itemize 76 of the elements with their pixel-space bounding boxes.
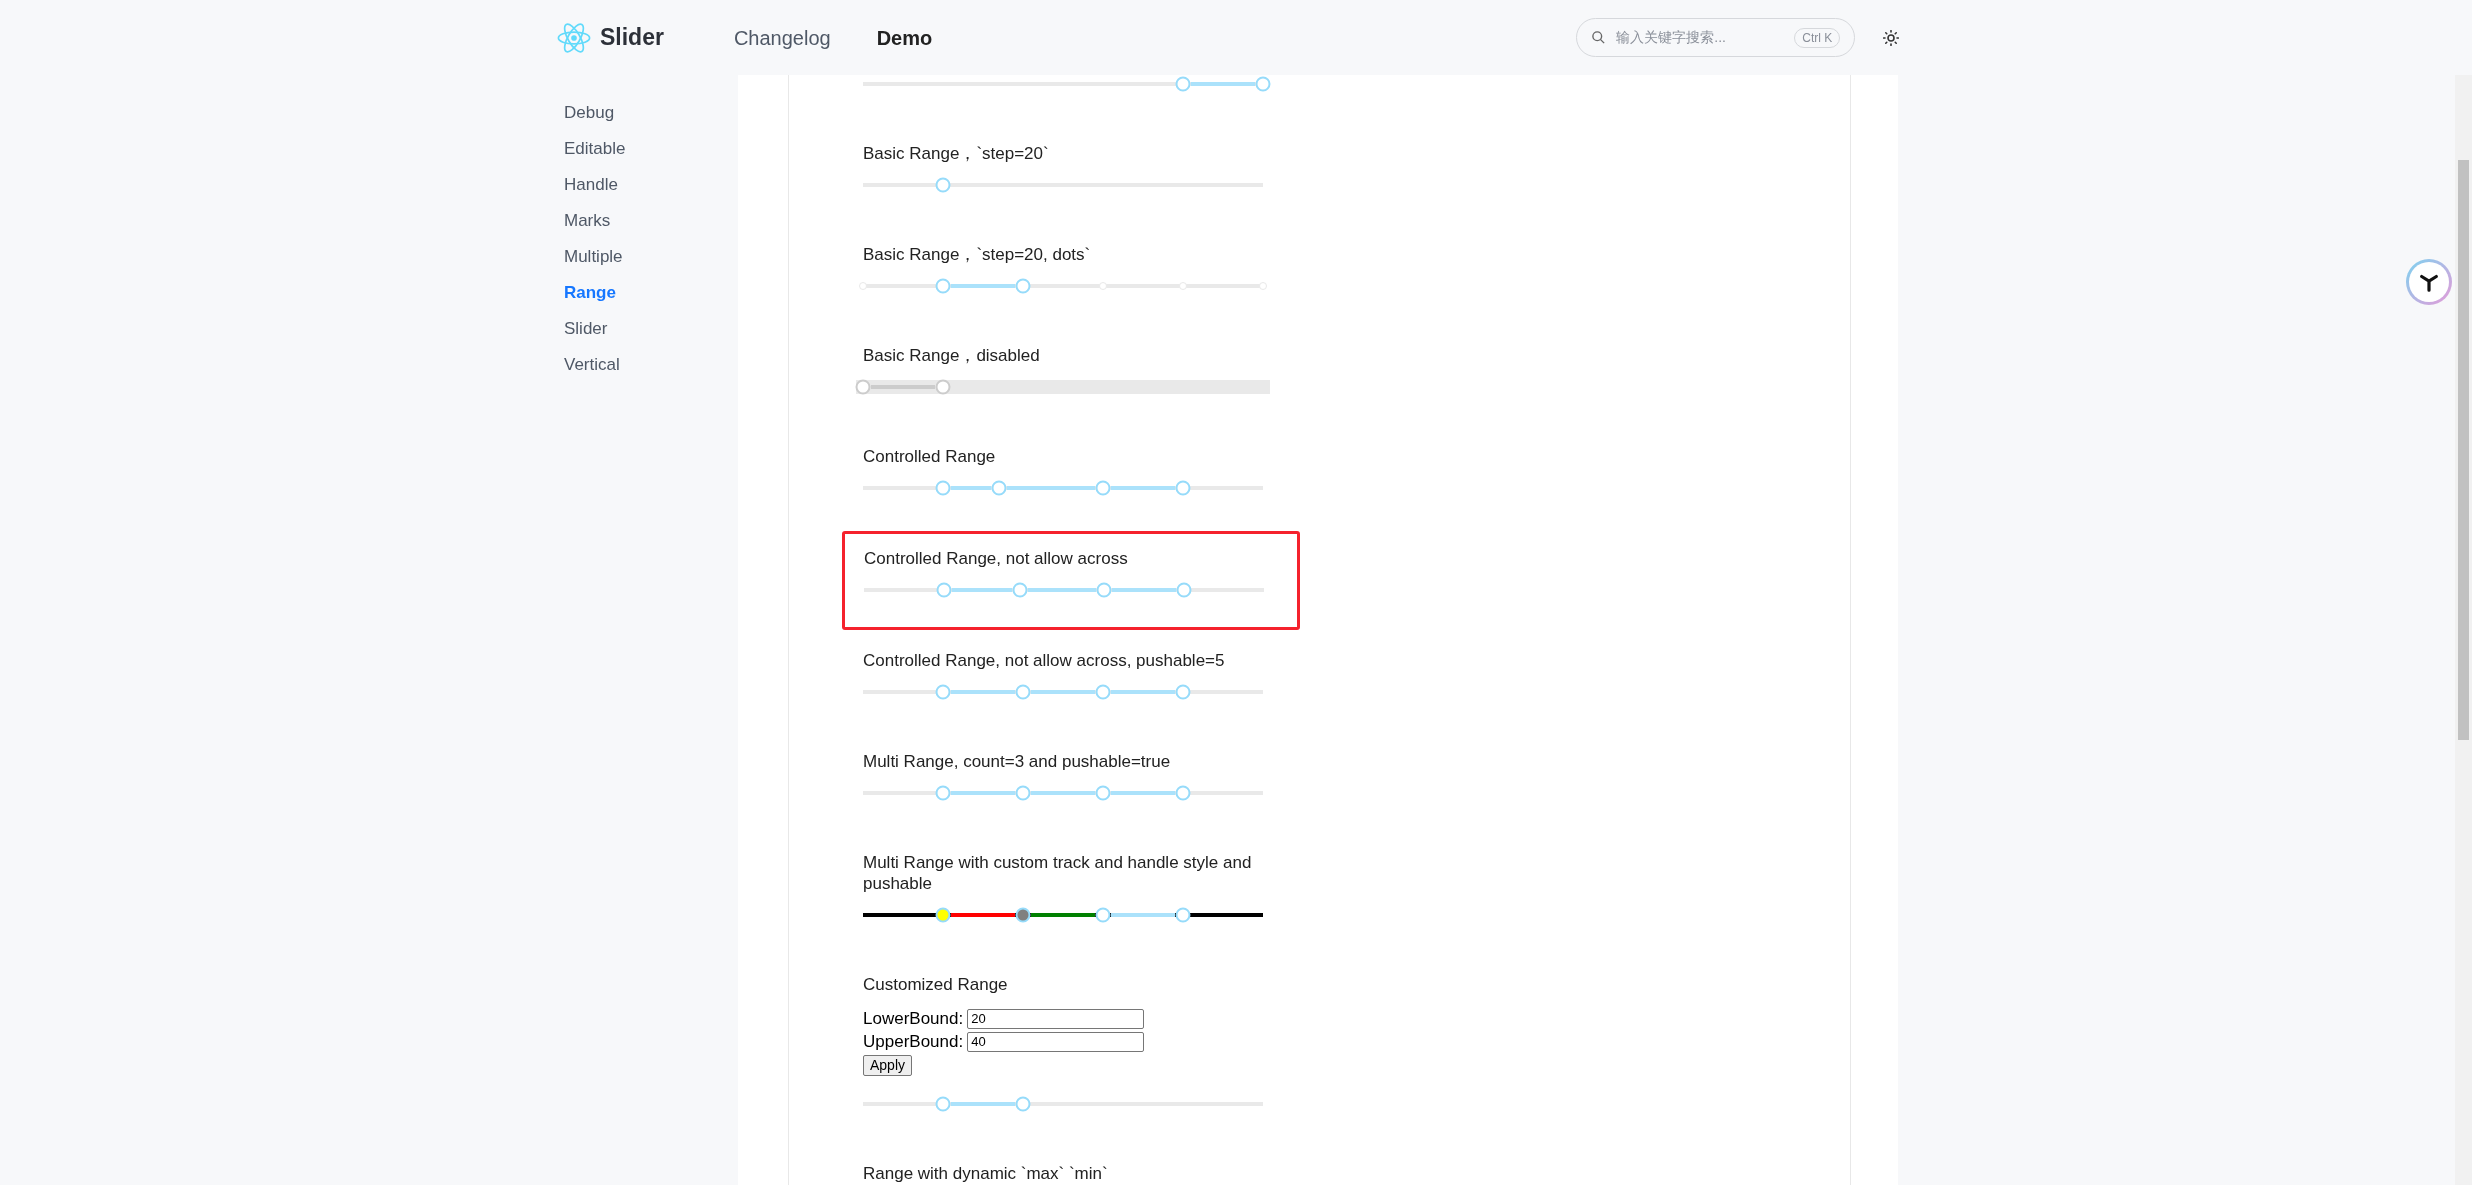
nav-link[interactable]: Demo	[876, 22, 933, 53]
slider-track	[951, 486, 991, 490]
slider-track	[952, 588, 1012, 592]
slider-handle[interactable]	[1175, 907, 1191, 923]
slider-handle[interactable]	[855, 379, 871, 395]
slider-track	[951, 284, 1015, 288]
slider-handle[interactable]	[1175, 684, 1191, 700]
slider-handle[interactable]	[1015, 278, 1031, 294]
floating-logo-icon[interactable]	[2406, 259, 2452, 305]
slider-handle[interactable]	[1095, 785, 1111, 801]
sidebar-link[interactable]: Range	[564, 281, 738, 305]
slider-handle[interactable]	[935, 1096, 951, 1112]
sidebar-link[interactable]: Editable	[564, 137, 738, 161]
sun-icon[interactable]	[1883, 29, 1900, 46]
field-label: UpperBound:	[863, 1030, 964, 1053]
slider-track	[1031, 690, 1095, 694]
slider-handle[interactable]	[1095, 907, 1111, 923]
sidebar-link[interactable]: Multiple	[564, 245, 738, 269]
slider-handle[interactable]	[935, 684, 951, 700]
demo-title: Multi Range with custom track and handle style and pushable	[863, 852, 1253, 894]
number-field[interactable]: 40	[967, 1031, 1145, 1052]
site-title: Slider	[600, 23, 664, 53]
demo-title: Customized Range	[863, 974, 1009, 995]
demo-title: Basic Range，disabled	[863, 345, 1041, 366]
sidebar-link[interactable]: Marks	[564, 209, 738, 233]
slider-handle[interactable]	[936, 582, 952, 598]
slider-handle[interactable]	[991, 480, 1007, 496]
demo-title: Controlled Range	[863, 446, 997, 467]
demo-title: Controlled Range, not allow across	[864, 548, 1129, 569]
slider-track	[951, 1102, 1015, 1106]
slider-handle[interactable]	[935, 177, 951, 193]
slider-handle[interactable]	[1015, 785, 1031, 801]
slider-handle[interactable]	[1176, 582, 1192, 598]
slider-track	[1031, 791, 1095, 795]
demo-title: Basic Range，`step=20`	[863, 143, 1050, 164]
slider-handle[interactable]	[935, 278, 951, 294]
slider-handle[interactable]	[1015, 684, 1031, 700]
slider-handle[interactable]	[935, 379, 951, 395]
slider-handle[interactable]	[1095, 684, 1111, 700]
slider-track	[1112, 588, 1176, 592]
slider-handle[interactable]	[1015, 1096, 1031, 1112]
slider-handle[interactable]	[935, 480, 951, 496]
demo-title: Controlled Range, not allow across, pushable=5	[863, 650, 1226, 671]
atom-logo-icon	[557, 21, 591, 54]
apply-button[interactable]: Apply	[863, 1055, 913, 1076]
sidebar-link[interactable]: Vertical	[564, 353, 738, 377]
slider-track	[1028, 588, 1096, 592]
sidebar-link[interactable]: Debug	[564, 101, 738, 125]
slider-rail[interactable]	[855, 379, 1271, 395]
slider-handle[interactable]	[1255, 76, 1271, 92]
nav-link[interactable]: Changelog	[733, 22, 831, 53]
sidebar-link[interactable]: Handle	[564, 173, 738, 197]
sidebar-link[interactable]: Slider	[564, 317, 738, 341]
slider-handle[interactable]	[1015, 907, 1031, 923]
slider-handle[interactable]	[1095, 480, 1111, 496]
slider-track	[1111, 690, 1175, 694]
slider-handle[interactable]	[1175, 76, 1191, 92]
slider-handle[interactable]	[935, 785, 951, 801]
slider-track	[951, 791, 1015, 795]
demo-title: Multi Range, count=3 and pushable=true	[863, 751, 1172, 772]
scrollbar[interactable]	[2458, 160, 2469, 740]
slider-handle[interactable]	[1175, 480, 1191, 496]
number-field[interactable]: 20	[967, 1008, 1145, 1029]
slider-track	[1111, 791, 1175, 795]
field-label: LowerBound:	[863, 1007, 964, 1030]
slider-track	[1191, 82, 1255, 86]
demo-title: Basic Range，`step=20, dots`	[863, 244, 1092, 265]
search-icon	[1591, 30, 1607, 45]
slider-track	[951, 690, 1015, 694]
slider-handle[interactable]	[935, 907, 951, 923]
slider-handle[interactable]	[1175, 785, 1191, 801]
search-field[interactable]: 输入关键字搜索...	[1616, 27, 1777, 48]
slider-track	[1111, 486, 1175, 490]
slider-handle[interactable]	[1096, 582, 1112, 598]
demo-title: Range with dynamic `max` `min`	[863, 1163, 1109, 1184]
slider-handle[interactable]	[1012, 582, 1028, 598]
